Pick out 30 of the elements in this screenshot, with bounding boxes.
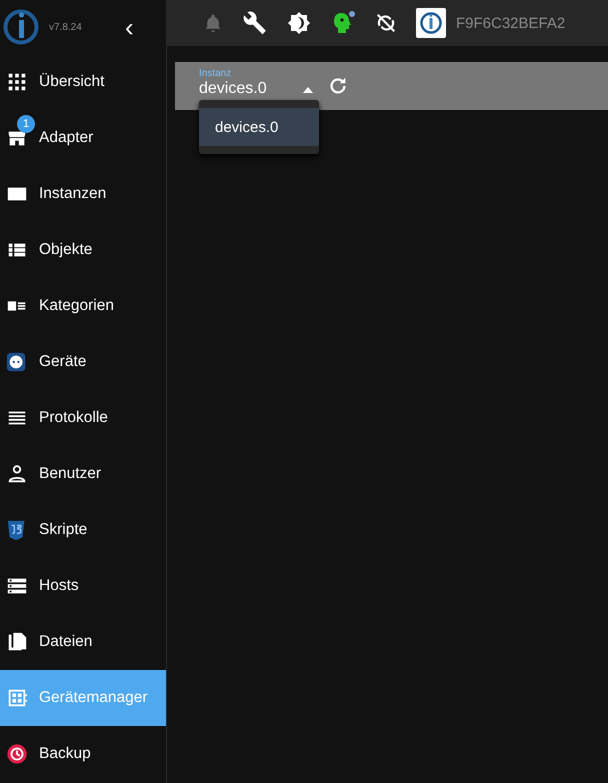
sidebar-item[interactable]: Hosts [0,558,166,614]
logo-icon [3,8,39,46]
count-badge: 1 [17,115,35,133]
logo-icon[interactable] [416,8,446,38]
sidebar-item[interactable]: Benutzer [0,446,166,502]
host-name: F9F6C32BEFA2 [456,14,566,32]
sidebar-item[interactable]: Adapter 1 [0,110,166,166]
collapse-button[interactable]: ‹ [119,14,140,40]
sidebar-item[interactable]: Dateien [0,614,166,670]
wrench-icon[interactable] [242,10,268,36]
sidebar-item[interactable]: Geräte [0,334,166,390]
sidebar-item[interactable]: Skripte [0,502,166,558]
files-icon [6,631,28,653]
sidebar-item[interactable]: Übersicht [0,54,166,110]
sidebar-item[interactable]: Instanzen [0,166,166,222]
sidebar-item[interactable]: Objekte [0,222,166,278]
device-icon [6,351,28,373]
grid-icon [6,71,28,93]
backup-icon [6,743,28,765]
sidebar-item[interactable]: Backup [0,726,166,782]
sidebar-item[interactable]: Protokolle [0,390,166,446]
device-manager-icon [6,687,28,709]
dropdown-option[interactable]: devices.0 [199,108,319,146]
sidebar-item[interactable]: Kategorien [0,278,166,334]
caret-icon [302,86,314,94]
bell-icon[interactable] [203,13,223,33]
version-label: v7.8.24 [49,22,83,32]
user-icon [6,463,28,485]
sync-off-icon[interactable] [375,12,397,34]
brightness-icon[interactable] [287,11,311,35]
